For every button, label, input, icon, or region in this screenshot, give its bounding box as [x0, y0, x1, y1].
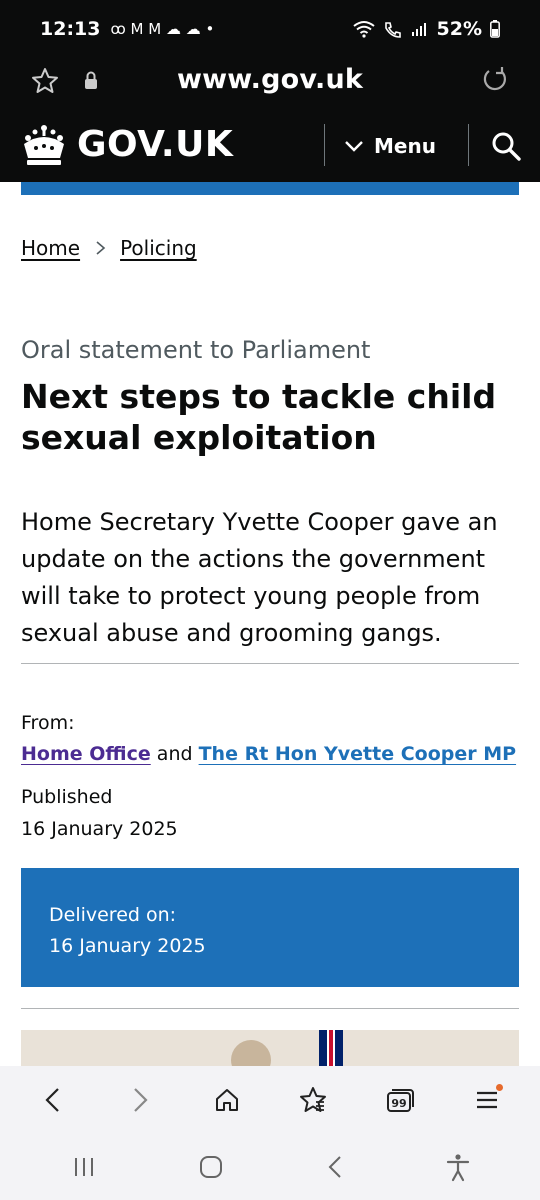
delivered-date: 16 January 2025 [49, 935, 206, 957]
section-divider [21, 663, 519, 664]
tabs-icon: 99 [386, 1089, 414, 1112]
accessibility-icon[interactable] [444, 1152, 472, 1182]
forward-button[interactable] [118, 1078, 162, 1122]
breadcrumb: Home Policing [21, 236, 197, 260]
recents-icon[interactable] [69, 1155, 99, 1179]
browser-menu-button[interactable] [465, 1078, 509, 1122]
notification-dot [495, 1084, 503, 1091]
chevron-down-icon [345, 141, 363, 152]
section-divider [21, 1008, 519, 1009]
wifi-icon [352, 21, 375, 38]
system-navigation-bar [0, 1134, 540, 1200]
menu-button[interactable]: Menu [344, 126, 436, 166]
forward-icon [134, 1088, 148, 1112]
govuk-logo-text[interactable]: GOV.UK [77, 124, 233, 165]
document-type-caption: Oral statement to Parliament [21, 336, 371, 364]
govuk-header: GOV.UK Menu [0, 118, 540, 182]
from-label: From: [21, 712, 75, 734]
person-photo [231, 1040, 271, 1066]
bookmark-star-icon [300, 1087, 327, 1112]
wifi-calling-icon [384, 22, 401, 38]
lead-paragraph: Home Secretary Yvette Cooper gave an upd… [21, 508, 498, 647]
back-button[interactable] [31, 1078, 75, 1122]
published-label: Published [21, 786, 113, 808]
battery-icon [490, 20, 500, 38]
menu-label: Menu [374, 134, 436, 158]
notification-icons: ꝏ M M ☁ ☁ • [110, 20, 215, 38]
published-date: 16 January 2025 [21, 818, 178, 840]
home-button[interactable] [205, 1078, 249, 1122]
back-icon [45, 1088, 60, 1112]
header-divider [468, 124, 469, 166]
union-flag-image [319, 1030, 343, 1066]
home-circle-icon[interactable] [196, 1152, 226, 1182]
address-url[interactable]: www.gov.uk [0, 64, 540, 95]
breadcrumb-policing[interactable]: Policing [120, 236, 197, 260]
delivered-on-box: Delivered on: 16 January 2025 [21, 868, 519, 987]
signal-icon [411, 23, 426, 36]
from-organisations: Home Office and The Rt Hon Yvette Cooper… [21, 743, 516, 765]
header-divider [324, 124, 325, 166]
yvette-cooper-link[interactable]: The Rt Hon Yvette Cooper MP [199, 743, 516, 765]
home-office-link[interactable]: Home Office [21, 743, 151, 765]
home-icon [215, 1089, 238, 1111]
header-blue-border [21, 182, 519, 195]
chevron-right-icon [96, 241, 106, 255]
crown-logo-icon[interactable] [20, 124, 68, 168]
battery-percent: 52% [436, 18, 482, 40]
browser-address-bar: www.gov.uk [0, 58, 540, 118]
delivered-label: Delivered on: [49, 904, 177, 926]
back-chevron-icon[interactable] [323, 1153, 347, 1181]
status-bar: 12:13 ꝏ M M ☁ ☁ • 52% [0, 0, 540, 58]
reload-icon[interactable] [480, 65, 510, 95]
bookmarks-button[interactable] [291, 1078, 335, 1122]
tabs-count: 99 [391, 1097, 406, 1110]
search-icon[interactable] [488, 128, 524, 164]
hamburger-menu-icon [476, 1091, 497, 1109]
browser-toolbar: 99 [0, 1066, 540, 1134]
article-hero-image [21, 1030, 519, 1066]
page-title: Next steps to tackle child sexual exploi… [21, 377, 497, 457]
breadcrumb-home[interactable]: Home [21, 236, 80, 260]
tabs-button[interactable]: 99 [378, 1078, 422, 1122]
status-time: 12:13 [40, 18, 101, 40]
from-and-text: and [156, 743, 193, 765]
